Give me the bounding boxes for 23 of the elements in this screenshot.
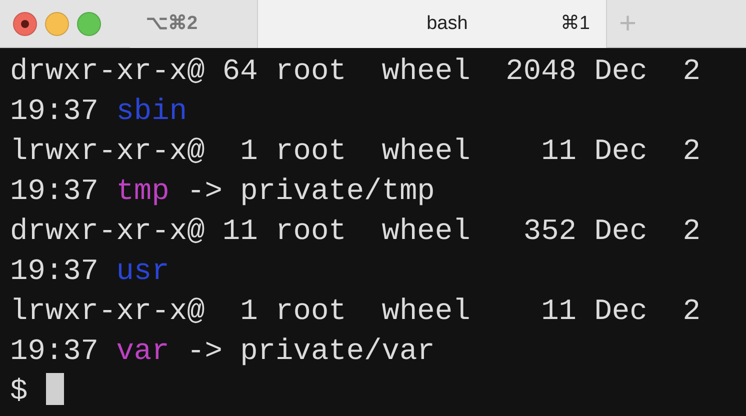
output-text: 19:37 [10, 254, 100, 288]
minimize-button[interactable] [45, 12, 69, 36]
output-text: -> private/var [186, 334, 435, 368]
close-button[interactable] [13, 12, 37, 36]
output-text: lrwxr-xr-x@ 1 root wheel 11 Dec 2 [10, 294, 700, 328]
text-cursor [46, 373, 64, 405]
output-text: 19:37 [10, 174, 100, 208]
output-text: -> private/tmp [186, 174, 435, 208]
output-text: drwxr-xr-x@ 11 root wheel 352 Dec 2 [10, 214, 700, 248]
shortcut-label: ⌘1 [560, 12, 590, 36]
output-text: 19:37 [10, 94, 100, 128]
output-text: 19:37 [10, 334, 100, 368]
zoom-button[interactable] [77, 12, 101, 36]
prompt-text: $ [10, 374, 28, 408]
directory-name: usr [116, 254, 170, 288]
shortcut-label: ⌥⌘2 [146, 12, 198, 36]
symlink-name: tmp [116, 174, 170, 208]
directory-name: sbin [116, 94, 188, 128]
output-text: lrwxr-xr-x@ 1 root wheel 11 Dec 2 [10, 134, 700, 168]
tab-title: bash [426, 12, 469, 36]
tab[interactable]: bash ⌘1 [257, 0, 607, 48]
output-text: drwxr-xr-x@ 64 root wheel 2048 Dec 2 [10, 54, 700, 88]
symlink-name: var [116, 334, 170, 368]
